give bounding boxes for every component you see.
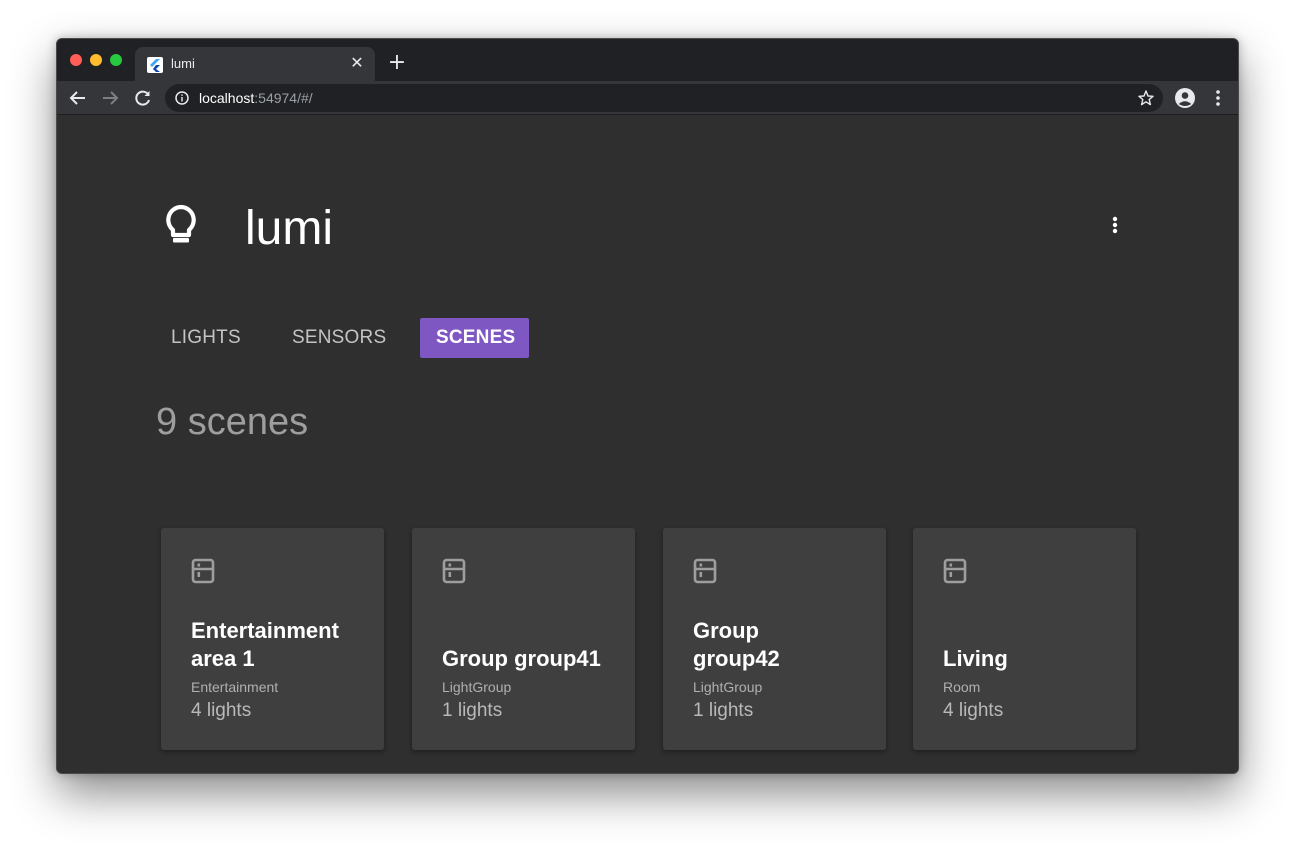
scene-card[interactable]: Entertainment area 1 Entertainment 4 lig… (161, 528, 384, 750)
scene-light-count: 4 lights (191, 700, 252, 721)
scene-type: Room (943, 679, 981, 695)
info-icon[interactable] (175, 91, 189, 110)
scene-light-count: 4 lights (943, 700, 1004, 721)
scene-name: Group group41 (442, 646, 601, 671)
url-text: localhost:54974/#/ (199, 90, 313, 106)
tab-lights[interactable]: LIGHTS (155, 318, 257, 358)
browser-tab[interactable]: lumi ✕ (135, 47, 375, 81)
scene-name: Group group42 (693, 618, 780, 671)
more-options-icon[interactable] (1103, 213, 1127, 237)
scene-icon (693, 558, 717, 589)
new-tab-button[interactable]: + (385, 52, 409, 76)
browser-toolbar: localhost:54974/#/ (57, 81, 1238, 115)
tab-title: lumi (171, 56, 195, 71)
scene-card[interactable]: Group group42 LightGroup 1 lights (663, 528, 886, 750)
forward-icon[interactable] (99, 87, 121, 109)
scene-light-count: 1 lights (693, 700, 754, 721)
scene-card[interactable]: Living Room 4 lights (913, 528, 1136, 750)
scene-type: Entertainment (191, 679, 279, 695)
scene-light-count: 1 lights (442, 700, 503, 721)
close-tab-icon[interactable]: ✕ (347, 54, 367, 74)
reload-icon[interactable] (132, 87, 154, 109)
maximize-window-button[interactable] (110, 54, 122, 66)
browser-window: lumi ✕ + localhost:54974/#/ lumi LIGHTS … (56, 38, 1239, 774)
scene-card[interactable]: Group group41 LightGroup 1 lights (412, 528, 635, 750)
scene-icon (442, 558, 466, 589)
scene-name: Entertainment area 1 (191, 618, 339, 671)
lightbulb-icon (163, 203, 199, 252)
browser-menu-icon[interactable] (1207, 87, 1229, 109)
back-icon[interactable] (67, 87, 89, 109)
scene-type: LightGroup (693, 679, 763, 695)
scene-count: 9 scenes (156, 401, 309, 443)
flutter-favicon-icon (147, 57, 163, 73)
app-title: lumi (245, 202, 334, 255)
app-page: lumi LIGHTS SENSORS SCENES 9 scenes Ente… (57, 115, 1238, 773)
tab-scenes[interactable]: SCENES (420, 318, 529, 358)
minimize-window-button[interactable] (90, 54, 102, 66)
bookmark-star-icon[interactable] (1137, 89, 1155, 112)
url-path: :54974/#/ (254, 90, 313, 106)
url-host: localhost (199, 90, 255, 106)
tab-sensors[interactable]: SENSORS (276, 318, 402, 358)
scene-icon (943, 558, 967, 589)
scene-type: LightGroup (442, 679, 512, 695)
tab-strip: lumi ✕ + (57, 39, 1238, 81)
scene-icon (191, 558, 215, 589)
profile-icon[interactable] (1174, 87, 1196, 109)
scene-name: Living (943, 646, 1008, 671)
address-bar[interactable]: localhost:54974/#/ (165, 84, 1163, 112)
close-window-button[interactable] (70, 54, 82, 66)
